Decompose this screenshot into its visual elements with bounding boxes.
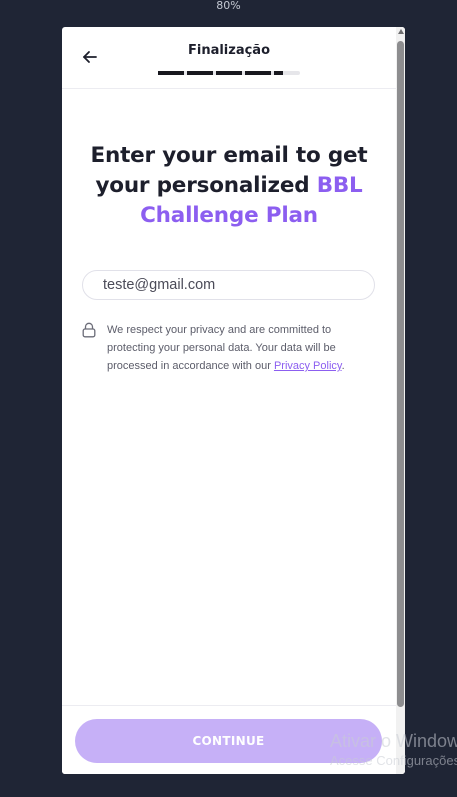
- page-title: Finalização: [187, 43, 271, 58]
- headline: Enter your email to get your personalize…: [72, 141, 386, 231]
- app-window: Finalização Enter your email to get your…: [62, 27, 405, 774]
- progress-step-partial: [274, 71, 283, 75]
- lock-icon: [82, 322, 96, 338]
- email-field[interactable]: [82, 270, 375, 300]
- privacy-suffix: .: [341, 360, 345, 372]
- progress-bar: [158, 71, 300, 75]
- progress-step: [216, 71, 242, 75]
- zoom-level-label: 80%: [216, 0, 241, 12]
- progress-step: [158, 71, 184, 75]
- scrollbar[interactable]: [396, 27, 405, 774]
- windows-activation-watermark: Ativar o Windows Acesse Configurações pa…: [330, 729, 457, 769]
- scroll-up-arrow-icon[interactable]: [398, 29, 404, 34]
- progress-step: [187, 71, 213, 75]
- progress-step: [245, 71, 271, 75]
- watermark-subtitle: Acesse Configurações para ativar o Windo…: [330, 753, 457, 768]
- privacy-notice: We respect your privacy and are committe…: [107, 321, 379, 375]
- scrollbar-thumb[interactable]: [397, 41, 404, 707]
- top-bar: Finalização: [62, 27, 396, 89]
- privacy-policy-link[interactable]: Privacy Policy: [274, 360, 342, 372]
- watermark-title: Ativar o Windows: [330, 731, 457, 751]
